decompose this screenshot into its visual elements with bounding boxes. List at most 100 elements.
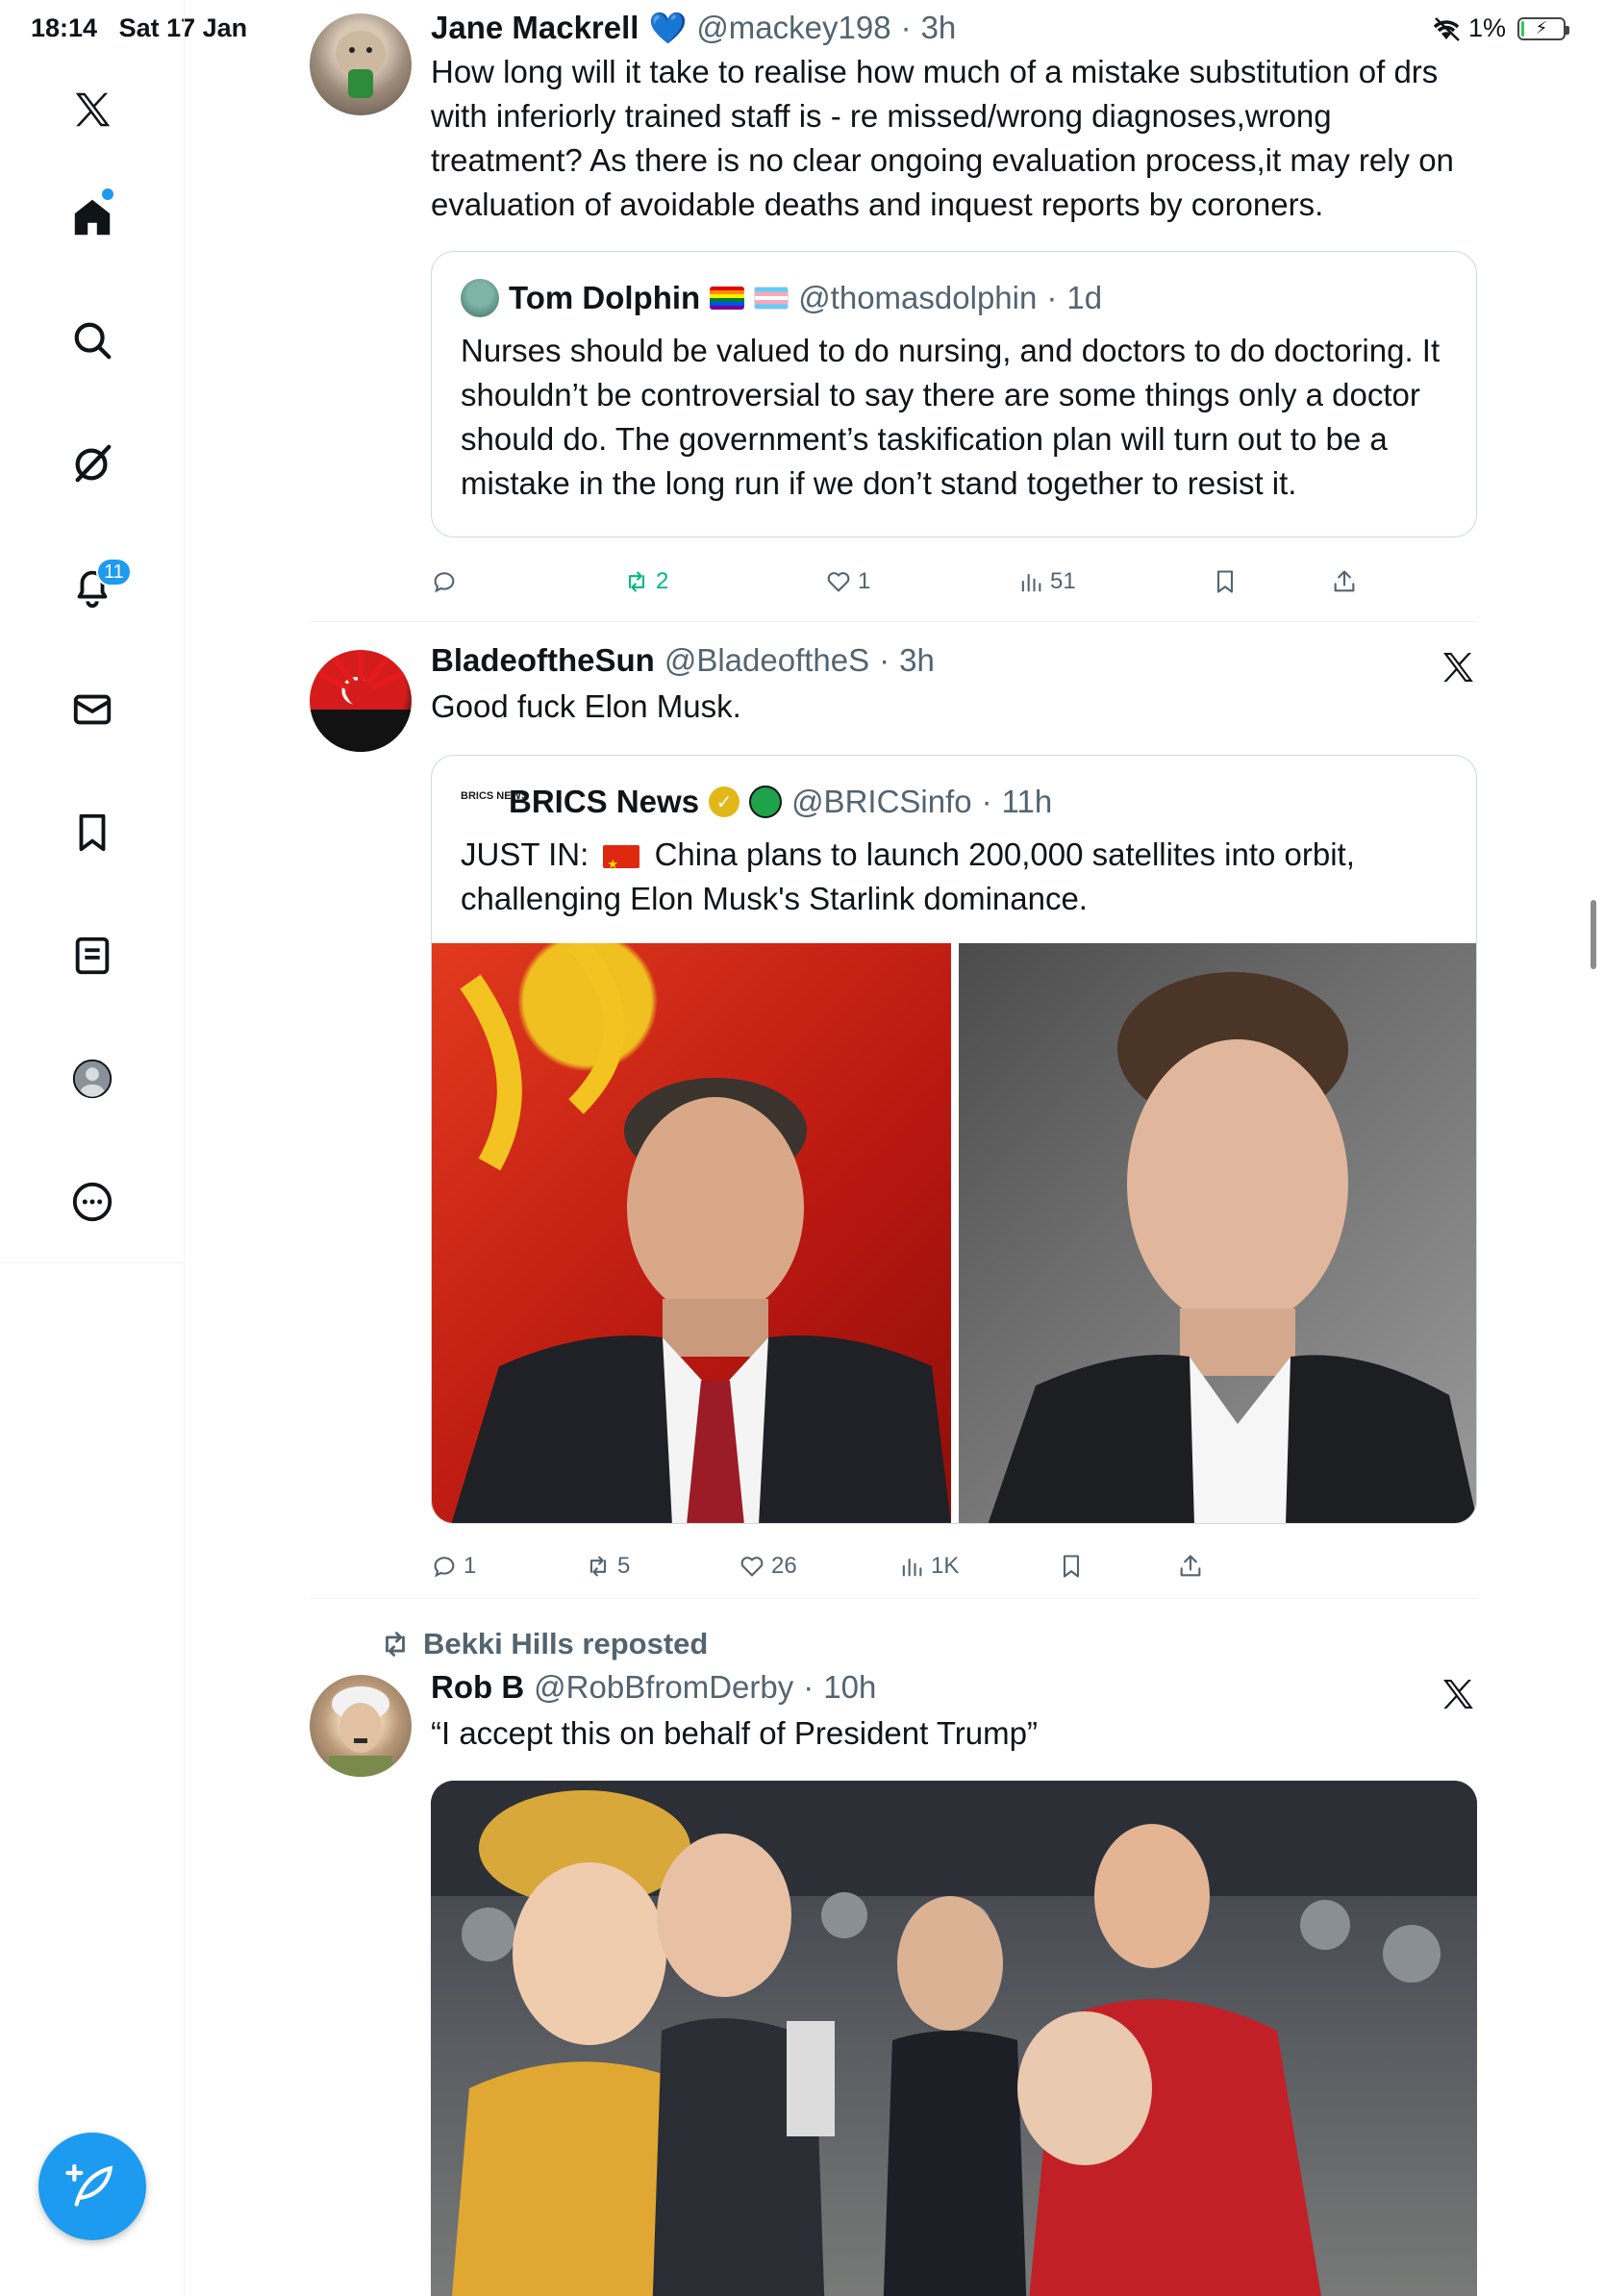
quote-avatar[interactable]: BRICS NEWS [461, 783, 528, 821]
quote-handle[interactable]: @BRICSinfo [791, 784, 972, 820]
quote-text: Nurses should be valued to do nursing, a… [461, 333, 1441, 501]
quote-timestamp[interactable]: 1d [1066, 280, 1102, 316]
quote-handle[interactable]: @thomasdolphin [798, 280, 1037, 316]
blue-heart-icon: 💙 [648, 11, 688, 45]
reply-icon [434, 1557, 455, 1578]
x-logo-icon[interactable] [1439, 1675, 1477, 1713]
display-name[interactable]: Jane Mackrell [431, 10, 639, 46]
repost-icon [386, 1632, 405, 1657]
timestamp[interactable]: 3h [921, 10, 957, 46]
share-button[interactable] [1331, 568, 1358, 595]
separator: · [879, 642, 890, 678]
quote-timestamp[interactable]: 11h [1002, 784, 1053, 820]
reposted-by: Bekki Hills reposted [423, 1627, 709, 1660]
quote-tweet[interactable]: Tom Dolphin @thomasdolphin · 1d Nurses s… [431, 251, 1477, 537]
share-icon [1334, 570, 1355, 592]
repost-context[interactable]: Bekki Hills reposted [379, 1627, 708, 1661]
tweet-text: How long will it take to realise how muc… [431, 54, 1454, 222]
china-flag-icon [603, 842, 640, 886]
repost-button[interactable]: 5 [585, 1553, 630, 1580]
views-button[interactable]: 1K [898, 1553, 959, 1580]
tweet-divider [310, 1598, 1477, 1599]
compose-button[interactable] [38, 2133, 146, 2240]
bookmark-icon [1216, 570, 1234, 593]
quote-text: JUST IN: China plans to launch 200,000 s… [432, 821, 1476, 921]
reply-button[interactable]: 1 [431, 1553, 476, 1580]
sidebar-divider [0, 1262, 185, 1263]
quote-text-prefix: JUST IN: [461, 836, 589, 872]
profile-icon[interactable] [65, 1052, 119, 1106]
quote-header: Tom Dolphin @thomasdolphin · 1d [432, 252, 1476, 317]
quote-text-body: China plans to launch 200,000 satellites… [461, 836, 1355, 916]
messages-icon[interactable] [65, 683, 119, 736]
battery-icon: ⚡ [1517, 16, 1569, 40]
sidebar: 11 [0, 0, 185, 2296]
more-icon[interactable] [65, 1175, 119, 1229]
x-logo-icon[interactable] [1439, 648, 1477, 686]
tweet-header: BladeoftheSun @BladeoftheS · 3h [431, 642, 1477, 679]
action-bar: 2 1 51 [431, 558, 1355, 606]
view-count: 51 [1050, 568, 1076, 594]
avatar[interactable] [310, 1675, 412, 1777]
quote-display-name[interactable]: Tom Dolphin [509, 280, 700, 316]
handle[interactable]: @mackey198 [696, 10, 890, 46]
media-image-left[interactable] [432, 943, 951, 1523]
avatar[interactable] [310, 13, 412, 115]
media-grid [432, 943, 1476, 1523]
quote-avatar[interactable] [461, 279, 499, 317]
scroll-indicator[interactable] [1591, 900, 1596, 969]
quote-header: BRICS NEWS BRICS News ✓ @BRICSinfo · 11h [432, 756, 1476, 821]
tweet-header: Rob B @RobBfromDerby · 10h [431, 1669, 1477, 1706]
views-button[interactable]: 51 [1017, 568, 1076, 595]
share-button[interactable] [1177, 1553, 1204, 1580]
heart-icon [827, 572, 850, 592]
pride-flag-icon [710, 287, 745, 310]
action-bar: 1 5 26 1K [431, 1542, 1354, 1590]
separator: · [1046, 280, 1058, 315]
tweet-text: Good fuck Elon Musk. [431, 688, 741, 724]
avatar[interactable] [310, 650, 412, 752]
separator: · [900, 10, 912, 45]
display-name[interactable]: Rob B [431, 1669, 524, 1706]
handle[interactable]: @BladeoftheS [664, 642, 869, 679]
tweet-divider [310, 621, 1477, 622]
reply-icon [434, 572, 455, 593]
x-logo-icon[interactable] [65, 83, 119, 137]
bookmark-icon [1063, 1555, 1080, 1578]
tweet-text: “I accept this on behalf of President Tr… [431, 1715, 1038, 1751]
notifications-badge: 11 [96, 558, 132, 586]
timestamp[interactable]: 3h [899, 642, 935, 679]
like-count: 26 [771, 1553, 797, 1579]
lists-icon[interactable] [65, 929, 119, 983]
tweet-header: Jane Mackrell 💙 @mackey198 · 3h [431, 10, 1477, 46]
handle[interactable]: @RobBfromDerby [534, 1669, 793, 1706]
trans-flag-icon [754, 287, 789, 310]
repost-icon [628, 571, 645, 592]
bookmarks-icon[interactable] [65, 806, 119, 860]
quote-tweet[interactable]: BRICS NEWS BRICS News ✓ @BRICSinfo · 11h… [431, 755, 1477, 1524]
bookmark-button[interactable] [1058, 1553, 1085, 1580]
grok-icon[interactable] [65, 437, 119, 490]
like-button[interactable]: 26 [739, 1553, 797, 1580]
timestamp[interactable]: 10h [823, 1669, 876, 1706]
repost-button[interactable]: 2 [623, 568, 668, 595]
quote-display-name[interactable]: BRICS News [509, 784, 699, 820]
affiliate-badge-icon [749, 786, 783, 818]
separator: · [803, 1669, 815, 1705]
charging-bolt-icon: ⚡ [1535, 18, 1548, 37]
like-count: 1 [858, 568, 871, 594]
search-icon[interactable] [65, 313, 119, 367]
bookmark-button[interactable] [1212, 568, 1239, 595]
reply-button[interactable] [431, 568, 464, 595]
reply-count: 1 [464, 1553, 477, 1579]
share-icon [1180, 1555, 1201, 1577]
like-button[interactable]: 1 [825, 568, 870, 595]
battery-fill [1521, 20, 1524, 37]
display-name[interactable]: BladeoftheSun [431, 642, 655, 679]
verified-gold-badge-icon: ✓ [709, 786, 740, 817]
home-unread-dot [102, 188, 113, 200]
repost-count: 2 [656, 568, 669, 594]
media-image[interactable] [431, 1781, 1477, 2296]
view-count: 1K [931, 1553, 960, 1579]
media-image-right[interactable] [959, 943, 1476, 1523]
